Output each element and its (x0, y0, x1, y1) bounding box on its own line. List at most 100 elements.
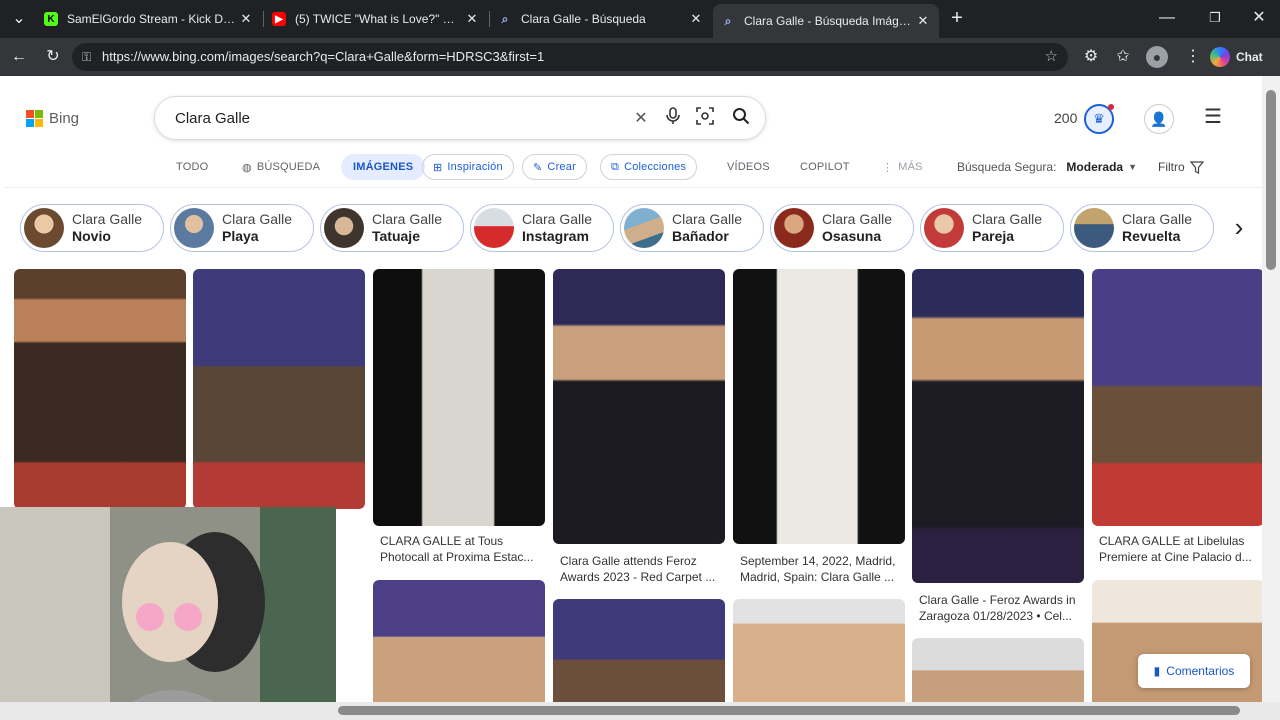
chip-thumbnail (924, 208, 964, 248)
search-vertical-nav: TODO ◍ BÚSQUEDA IMÁGENES ⊞ Inspiración ✎ Cr… (4, 154, 1262, 180)
related-chip-revuelta[interactable]: Clara Galle Revuelta (1070, 204, 1214, 252)
tab-youtube[interactable]: ▶ (5) TWICE "What is Love?" M/V - YouTub… (264, 4, 488, 34)
related-searches-carousel: Clara Galle Novio Clara Galle Playa Clara … (4, 204, 1262, 254)
new-tab-plus-icon[interactable]: + (946, 7, 968, 29)
image-result[interactable] (1092, 269, 1262, 526)
related-chip-playa[interactable]: Clara Galle Playa (170, 204, 314, 252)
chat-label: Chat (1236, 50, 1263, 64)
image-result[interactable] (733, 269, 905, 544)
copilot-chat-button[interactable]: Chat (1210, 44, 1263, 70)
image-caption[interactable]: Clara Galle attends Feroz Awards 2023 - … (560, 553, 722, 585)
tab-bing-images[interactable]: ⌕ Clara Galle - Búsqueda Imágenes ✕ (713, 4, 939, 38)
related-chip-tatuaje[interactable]: Clara Galle Tatuaje (320, 204, 464, 252)
horizontal-scrollbar[interactable] (0, 702, 1280, 720)
image-caption[interactable]: CLARA GALLE at Tous Photocall at Proxima… (380, 533, 542, 565)
nav-inspiracion[interactable]: ⊞ Inspiración (422, 154, 514, 180)
image-result[interactable] (912, 638, 1084, 702)
nav-busqueda[interactable]: ◍ BÚSQUEDA (242, 154, 320, 180)
nav-crear[interactable]: ✎ Crear (522, 154, 587, 180)
close-tab-icon[interactable]: ✕ (688, 11, 704, 27)
chip-term: Tatuaje (372, 228, 420, 244)
image-result[interactable] (373, 269, 545, 526)
search-input[interactable]: Clara Galle (175, 110, 250, 127)
visual-search-icon[interactable] (693, 107, 717, 131)
clear-search-icon[interactable]: ✕ (629, 107, 653, 131)
rewards-points[interactable]: 200 (1054, 110, 1077, 126)
image-result[interactable] (373, 580, 545, 702)
bing-logo[interactable]: Bing (26, 110, 79, 127)
close-tab-icon[interactable]: ✕ (915, 13, 931, 29)
scrollbar-thumb[interactable] (1266, 90, 1276, 270)
filter-button[interactable]: Filtro (1158, 154, 1204, 180)
nav-colecciones[interactable]: ⧉ Colecciones (600, 154, 698, 180)
nav-mas[interactable]: ⋮ MÁS (882, 154, 923, 180)
filter-funnel-icon (1189, 160, 1204, 174)
tab-bing-search[interactable]: ⌕ Clara Galle - Búsqueda ✕ (490, 4, 712, 34)
image-result[interactable] (553, 599, 725, 702)
nav-crear-label: Crear (547, 161, 576, 173)
favorites-icon[interactable]: ✩ (1112, 46, 1134, 68)
image-caption[interactable]: CLARA GALLE at Libelulas Premiere at Cin… (1099, 533, 1259, 565)
search-box[interactable]: Clara Galle ✕ (154, 96, 766, 140)
reload-icon[interactable]: ↻ (42, 46, 64, 68)
nav-videos[interactable]: VÍDEOS (727, 154, 770, 180)
browser-window: ⌄ K SamElGordo Stream - Kick Dashboard ✕… (0, 0, 1280, 720)
tab-kick[interactable]: K SamElGordo Stream - Kick Dashboard ✕ (36, 4, 262, 34)
chip-prefix: Clara Galle (72, 211, 143, 227)
nav-imagenes[interactable]: IMÁGENES (341, 154, 426, 180)
close-tab-icon[interactable]: ✕ (464, 11, 480, 27)
chip-prefix: Clara Galle (972, 211, 1043, 227)
close-window-icon[interactable]: ✕ (1248, 7, 1270, 29)
tab-title: Clara Galle - Búsqueda Imágenes (744, 14, 915, 28)
profile-avatar-icon[interactable]: ● (1146, 46, 1168, 68)
extensions-icon[interactable]: ⚙ (1080, 46, 1102, 68)
back-arrow-icon[interactable]: ← (8, 46, 30, 68)
more-options-icon[interactable]: ⋮ (1182, 46, 1204, 68)
microphone-icon[interactable] (661, 107, 685, 131)
safesearch-dropdown[interactable]: Búsqueda Segura: Moderada ▼ (957, 154, 1137, 180)
chevron-down-icon: ▼ (1128, 162, 1138, 172)
kick-icon: K (44, 12, 58, 26)
inspiration-icon: ⊞ (433, 161, 443, 174)
related-chip-instagram[interactable]: Clara Galle Instagram (470, 204, 614, 252)
feedback-button[interactable]: ▮ Comentarios (1138, 654, 1250, 688)
related-chip-pareja[interactable]: Clara Galle Pareja (920, 204, 1064, 252)
bing-header: Bing Clara Galle ✕ 200 ♛ 👤 ☰ TODO ◍ BÚSQ… (4, 76, 1262, 188)
chevron-right-icon[interactable]: › (1222, 212, 1256, 246)
hamburger-menu-icon[interactable]: ☰ (1204, 106, 1226, 128)
bookmark-star-icon[interactable]: ☆ (1045, 43, 1058, 71)
sign-in-avatar-icon[interactable]: 👤 (1144, 104, 1174, 134)
scrollbar-thumb[interactable] (338, 706, 1240, 715)
nav-copilot[interactable]: COPILOT (800, 154, 850, 180)
minimize-icon[interactable]: — (1156, 7, 1178, 29)
collections-icon: ⧉ (611, 160, 620, 173)
search-icon: ⌕ (724, 13, 732, 28)
image-result[interactable] (193, 269, 365, 509)
webcam-overlay (0, 507, 336, 720)
rewards-medal-icon[interactable]: ♛ (1084, 104, 1114, 134)
related-chip-osasuna[interactable]: Clara Galle Osasuna (770, 204, 914, 252)
safesearch-value: Moderada (1066, 160, 1124, 174)
search-submit-icon[interactable] (729, 107, 753, 131)
vertical-scrollbar[interactable] (1262, 76, 1280, 702)
tab-list-chevron-icon[interactable]: ⌄ (8, 8, 30, 30)
chip-term: Bañador (672, 228, 729, 244)
site-info-icon[interactable]: ⚿ (82, 43, 91, 71)
image-caption[interactable]: Clara Galle - Feroz Awards in Zaragoza 0… (919, 592, 1081, 624)
image-result[interactable] (912, 269, 1084, 583)
address-bar[interactable]: ⚿ https://www.bing.com/images/search?q=C… (72, 43, 1068, 71)
nav-todo[interactable]: TODO (176, 154, 208, 180)
related-chip-novio[interactable]: Clara Galle Novio (20, 204, 164, 252)
chip-thumbnail (174, 208, 214, 248)
chip-term: Osasuna (822, 228, 882, 244)
close-tab-icon[interactable]: ✕ (238, 11, 254, 27)
image-caption[interactable]: September 14, 2022, Madrid, Madrid, Spai… (740, 553, 902, 585)
image-result[interactable] (14, 269, 186, 509)
chip-term: Novio (72, 228, 111, 244)
chip-thumbnail (24, 208, 64, 248)
image-result[interactable] (733, 599, 905, 702)
browser-toolbar: ← ↻ ⚿ https://www.bing.com/images/search… (0, 38, 1280, 76)
related-chip-banador[interactable]: Clara Galle Bañador (620, 204, 764, 252)
maximize-icon[interactable]: ❐ (1204, 7, 1226, 29)
image-result[interactable] (553, 269, 725, 544)
